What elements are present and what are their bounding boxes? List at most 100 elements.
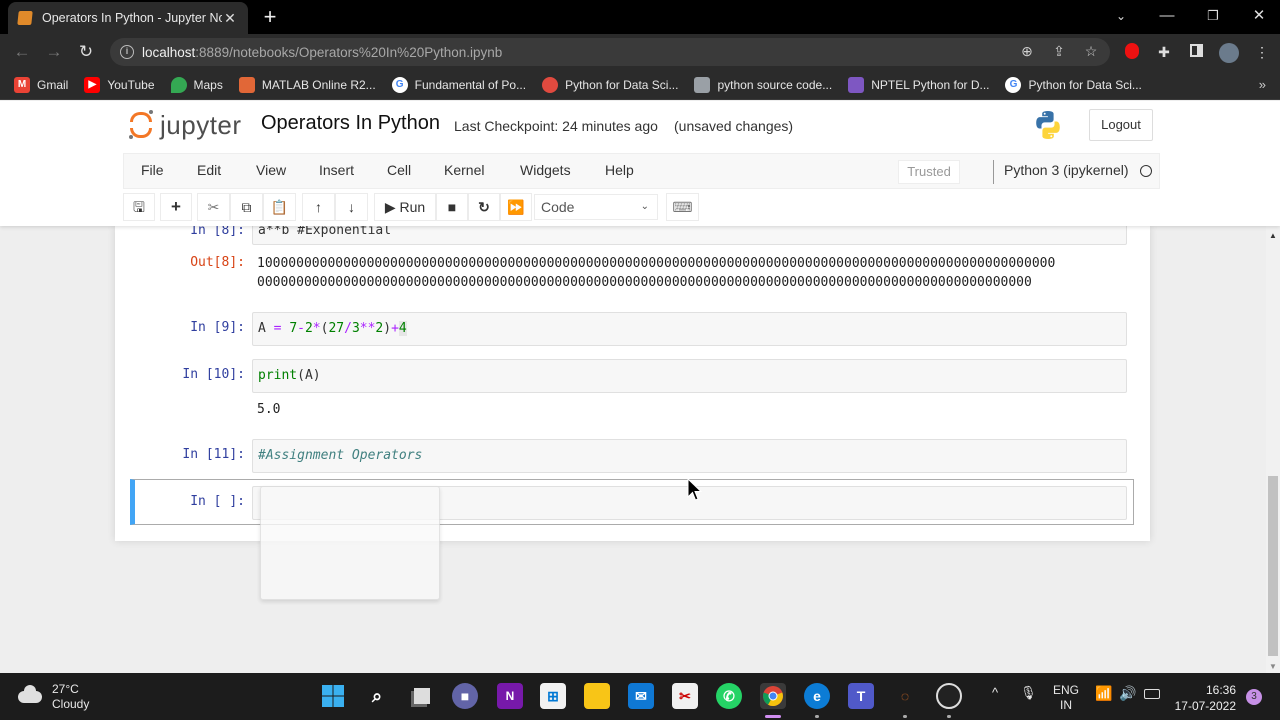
menu-file[interactable]: File <box>141 162 164 178</box>
more-bookmarks-button[interactable]: » <box>1259 77 1266 92</box>
teams-chat-button[interactable]: ■ <box>452 683 478 709</box>
logout-button[interactable]: Logout <box>1089 109 1153 141</box>
paste-button[interactable]: 📋 <box>263 193 296 221</box>
move-down-button[interactable]: ↓ <box>335 193 368 221</box>
restart-run-all-button[interactable]: ⏩ <box>500 193 532 221</box>
notification-badge[interactable]: 3 <box>1246 689 1262 705</box>
minimize-button[interactable]: — <box>1152 4 1182 28</box>
save-button[interactable]: 🖫 <box>123 193 155 221</box>
youtube-icon: ▶ <box>84 76 101 93</box>
insert-cell-button[interactable]: + <box>160 193 192 221</box>
trusted-indicator[interactable]: Trusted <box>898 160 960 184</box>
menu-cell[interactable]: Cell <box>387 162 411 178</box>
bookmark-gmail[interactable]: M Gmail <box>14 76 68 93</box>
edge-button[interactable]: e <box>804 683 830 709</box>
task-view-button[interactable] <box>409 683 435 709</box>
microphone-icon[interactable]: 🎙 <box>1020 685 1037 701</box>
jupyter-running-indicator <box>903 715 907 718</box>
clock[interactable]: 16:36 17-07-2022 <box>1172 682 1236 714</box>
bookmark-matlab[interactable]: MATLAB Online R2... <box>238 76 376 93</box>
menu-insert[interactable]: Insert <box>319 162 354 178</box>
site-info-icon[interactable]: i <box>120 45 134 59</box>
cell-type-select[interactable]: Code ⌄ <box>534 194 658 220</box>
show-hidden-icons-button[interactable]: ^ <box>992 685 998 700</box>
cloud-icon <box>18 685 42 703</box>
bookmark-nptel[interactable]: NPTEL Python for D... <box>848 76 989 93</box>
move-up-button[interactable]: ↑ <box>302 193 335 221</box>
restore-button[interactable]: ❐ <box>1198 4 1228 28</box>
restart-button[interactable]: ↻ <box>468 193 500 221</box>
play-icon: ▶ <box>384 199 396 215</box>
bookmark-youtube[interactable]: ▶ YouTube <box>84 76 155 93</box>
menu-kernel[interactable]: Kernel <box>444 162 484 178</box>
scroll-up-icon[interactable]: ▲ <box>1269 231 1277 240</box>
bookmark-python-data-sci-2[interactable]: G Python for Data Sci... <box>1005 76 1142 93</box>
jupyter-taskbar-button[interactable]: ◌ <box>892 683 918 709</box>
reload-button[interactable]: ↻ <box>74 40 98 64</box>
menu-view[interactable]: View <box>256 162 286 178</box>
chat-icon: ■ <box>460 688 470 704</box>
share-icon[interactable]: ⇪ <box>1050 42 1068 60</box>
interrupt-button[interactable]: ■ <box>436 193 468 221</box>
chrome-menu-icon[interactable]: ⋮ <box>1253 43 1271 61</box>
browser-tab-active[interactable]: Operators In Python - Jupyter Notebook ✕ <box>8 2 248 34</box>
bookmark-python-source[interactable]: python source code... <box>694 76 832 93</box>
address-toolbar: ← → ↻ i localhost:8889/notebooks/Operato… <box>0 34 1280 70</box>
bookmark-star-icon[interactable]: ☆ <box>1082 42 1100 60</box>
extensions-icon[interactable]: ✚ <box>1155 43 1173 61</box>
scroll-down-icon[interactable]: ▼ <box>1269 662 1277 671</box>
url-text[interactable]: localhost:8889/notebooks/Operators%20In%… <box>142 45 502 60</box>
jupyter-logo[interactable]: jupyter <box>128 107 242 143</box>
adblock-extension-icon[interactable] <box>1125 43 1139 59</box>
zoom-icon[interactable]: ⊕ <box>1018 42 1036 60</box>
notebook-title[interactable]: Operators In Python <box>261 112 440 135</box>
run-button[interactable]: ▶ Run <box>374 193 436 221</box>
menu-edit[interactable]: Edit <box>197 162 221 178</box>
weather-widget[interactable]: 27°C Cloudy <box>18 682 89 712</box>
ms-store-button[interactable]: ⊞ <box>540 683 566 709</box>
bookmark-maps[interactable]: Maps <box>170 76 223 93</box>
teams-button[interactable]: T <box>848 683 874 709</box>
command-palette-button[interactable]: ⌨ <box>666 193 699 221</box>
fast-forward-icon: ⏩ <box>507 199 525 215</box>
battery-icon[interactable] <box>1144 689 1160 699</box>
chrome-taskbar-button[interactable] <box>760 683 786 709</box>
search-icon: ⌕ <box>371 686 383 706</box>
cell-10-input[interactable]: print(A) <box>252 359 1127 393</box>
mail-button[interactable]: ✉ <box>628 683 654 709</box>
kernel-name[interactable]: Python 3 (ipykernel) <box>1004 162 1129 178</box>
mail-icon: ✉ <box>635 688 647 704</box>
obs-button[interactable] <box>936 683 962 709</box>
close-window-button[interactable]: ✕ <box>1244 4 1274 28</box>
profile-avatar[interactable] <box>1219 43 1239 63</box>
back-button[interactable]: ← <box>10 40 34 64</box>
start-button[interactable] <box>320 683 346 709</box>
cut-button[interactable]: ✂ <box>197 193 230 221</box>
page-scrollbar[interactable]: ▲ ▼ <box>1266 226 1280 673</box>
address-bar[interactable]: i localhost:8889/notebooks/Operators%20I… <box>110 38 1110 66</box>
side-panel-icon[interactable] <box>1187 43 1205 61</box>
tooltip-ghost-panel <box>260 486 440 600</box>
volume-icon[interactable]: 🔊 <box>1119 685 1136 702</box>
whatsapp-icon: ✆ <box>723 688 735 704</box>
tab-close-icon[interactable]: ✕ <box>222 10 238 27</box>
tab-search-icon[interactable]: ⌄ <box>1106 4 1136 28</box>
menu-help[interactable]: Help <box>605 162 634 178</box>
snipping-tool-button[interactable]: ✂ <box>672 683 698 709</box>
bookmark-python-data-sci-1[interactable]: Python for Data Sci... <box>542 76 678 93</box>
new-tab-button[interactable]: + <box>258 5 282 29</box>
language-indicator[interactable]: ENG IN <box>1053 683 1079 713</box>
cell-9-input[interactable]: A = 7-2*(27/3**2)+4 <box>252 312 1127 346</box>
onenote-button[interactable]: N <box>497 683 523 709</box>
whatsapp-button[interactable]: ✆ <box>716 683 742 709</box>
scrollbar-thumb[interactable] <box>1268 476 1278 656</box>
cell-11-input[interactable]: #Assignment Operators <box>252 439 1127 473</box>
copy-button[interactable]: ⧉ <box>230 193 263 221</box>
file-explorer-button[interactable] <box>584 683 610 709</box>
wifi-icon[interactable]: 📶 <box>1095 685 1112 702</box>
forward-button[interactable]: → <box>42 40 66 64</box>
bookmark-fundamental[interactable]: G Fundamental of Po... <box>391 76 526 93</box>
menu-widgets[interactable]: Widgets <box>520 162 571 178</box>
chrome-active-indicator <box>765 715 781 718</box>
search-button[interactable]: ⌕ <box>364 683 390 709</box>
